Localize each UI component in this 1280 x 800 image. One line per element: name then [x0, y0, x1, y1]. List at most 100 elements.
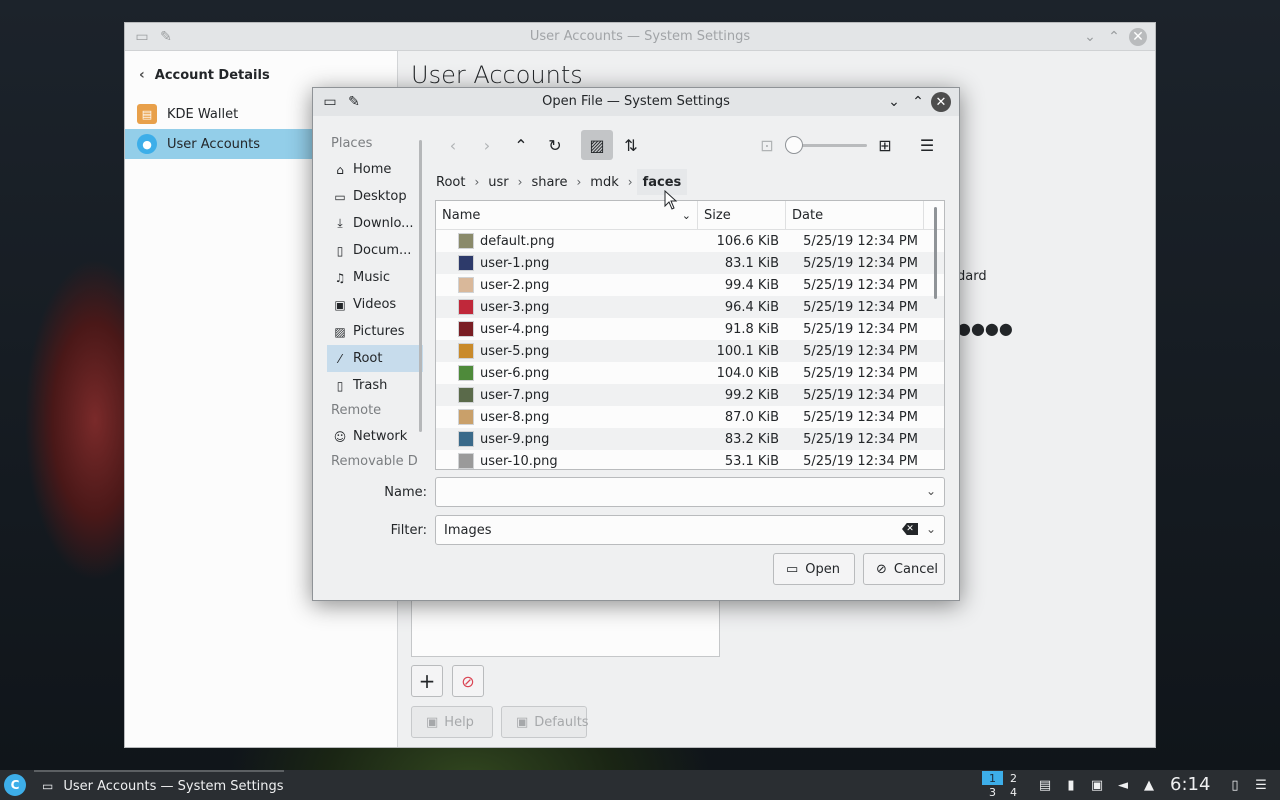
file-name: user-10.png: [480, 453, 558, 469]
file-row[interactable]: user-5.png 100.1 KiB 5/25/19 12:34 PM: [436, 340, 944, 362]
clock[interactable]: 6:14: [1170, 774, 1210, 795]
file-row[interactable]: user-1.png 83.1 KiB 5/25/19 12:34 PM: [436, 252, 944, 274]
crumb-usr[interactable]: usr: [483, 169, 513, 195]
file-date: 5/25/19 12:34 PM: [803, 233, 918, 249]
options-button[interactable]: ☰: [911, 130, 943, 160]
application-launcher-icon[interactable]: C: [4, 774, 26, 796]
task-user-accounts[interactable]: ▭ User Accounts — System Settings: [34, 770, 284, 800]
place-documents[interactable]: ▯ Docum...: [327, 237, 423, 264]
chevron-down-icon[interactable]: ⌄: [926, 522, 936, 536]
minimize-icon[interactable]: ⌄: [1081, 28, 1099, 46]
maximize-icon[interactable]: ⌃: [909, 93, 927, 111]
desktop-1[interactable]: 1: [982, 771, 1003, 785]
file-name-cell: user-5.png: [436, 343, 698, 359]
place-trash[interactable]: ▯ Trash: [327, 372, 423, 399]
cancel-button[interactable]: ⊘ Cancel: [863, 553, 945, 585]
file-name: user-9.png: [480, 431, 550, 447]
desktop-4[interactable]: 4: [1003, 785, 1024, 799]
usb-drive-icon[interactable]: ▮: [1062, 776, 1080, 794]
file-row[interactable]: default.png 106.6 KiB 5/25/19 12:34 PM: [436, 230, 944, 252]
column-size[interactable]: Size: [698, 201, 786, 229]
sidebar-item-label: KDE Wallet: [167, 106, 239, 122]
volume-icon[interactable]: ◄: [1114, 776, 1132, 794]
dialog-titlebar[interactable]: ▭ ✎ Open File — System Settings ⌄ ⌃ ✕: [313, 88, 959, 116]
sort-descending-icon: ⌄: [681, 208, 691, 222]
column-date[interactable]: Date: [786, 201, 924, 229]
place-network[interactable]: ☺ Network: [327, 423, 423, 450]
open-button[interactable]: ▭ Open: [773, 553, 855, 585]
place-pictures[interactable]: ▨ Pictures: [327, 318, 423, 345]
zoom-in-button[interactable]: ⊞: [869, 130, 901, 160]
reload-button[interactable]: ↻: [539, 130, 571, 160]
trash-icon[interactable]: ▯: [1226, 776, 1244, 794]
file-row[interactable]: user-6.png 104.0 KiB 5/25/19 12:34 PM: [436, 362, 944, 384]
close-icon[interactable]: ✕: [1129, 28, 1147, 46]
back-button[interactable]: ‹: [437, 130, 469, 160]
column-name[interactable]: Name ⌄: [436, 201, 698, 229]
file-date: 5/25/19 12:34 PM: [803, 453, 918, 469]
file-date: 5/25/19 12:34 PM: [803, 431, 918, 447]
minimize-icon[interactable]: ⌄: [885, 93, 903, 111]
file-row[interactable]: user-4.png 91.8 KiB 5/25/19 12:34 PM: [436, 318, 944, 340]
filename-combo[interactable]: ⌄: [435, 477, 945, 507]
file-row[interactable]: user-9.png 83.2 KiB 5/25/19 12:34 PM: [436, 428, 944, 450]
file-date: 5/25/19 12:34 PM: [803, 387, 918, 403]
place-root[interactable]: ⁄ Root: [327, 345, 423, 372]
crumb-mdk[interactable]: mdk: [585, 169, 623, 195]
clear-text-icon[interactable]: ✕: [902, 523, 918, 535]
desktop-2[interactable]: 2: [1003, 771, 1024, 785]
column-date-label: Date: [792, 207, 824, 223]
defaults-button[interactable]: ▣ Defaults: [501, 706, 589, 738]
clipboard-icon[interactable]: ▤: [1036, 776, 1054, 794]
tray-expand-icon[interactable]: ▲: [1140, 776, 1158, 794]
file-row[interactable]: user-7.png 99.2 KiB 5/25/19 12:34 PM: [436, 384, 944, 406]
chevron-down-icon[interactable]: ⌄: [926, 484, 936, 498]
file-size: 99.4 KiB: [724, 277, 779, 293]
zoom-slider-handle[interactable]: [785, 136, 803, 154]
file-list-scrollbar[interactable]: [934, 207, 937, 299]
place-label: Network: [353, 429, 408, 444]
system-settings-icon: ▭: [42, 779, 54, 793]
file-date: 5/25/19 12:34 PM: [803, 255, 918, 271]
plus-icon: +: [418, 669, 436, 693]
crumb-root[interactable]: Root: [431, 169, 470, 195]
remove-user-button[interactable]: ⊘: [452, 665, 484, 697]
filter-combo[interactable]: Images ✕ ⌄: [435, 515, 945, 545]
place-music[interactable]: ♫ Music: [327, 264, 423, 291]
root-icon: ⁄: [338, 351, 341, 366]
up-button[interactable]: ⌃: [505, 130, 537, 160]
chevron-left-icon: ‹: [449, 135, 457, 155]
place-desktop[interactable]: ▭ Desktop: [327, 183, 423, 210]
forward-button[interactable]: ›: [471, 130, 503, 160]
file-row[interactable]: user-10.png 53.1 KiB 5/25/19 12:34 PM: [436, 450, 944, 469]
file-name: default.png: [480, 233, 555, 249]
file-row[interactable]: user-2.png 99.4 KiB 5/25/19 12:34 PM: [436, 274, 944, 296]
crumb-faces[interactable]: faces: [636, 169, 688, 195]
places-scrollbar[interactable]: [419, 140, 422, 432]
file-name-cell: user-4.png: [436, 321, 698, 337]
document-icon: ▯: [336, 243, 344, 258]
panel-settings-icon[interactable]: ☰: [1252, 776, 1270, 794]
zoom-out-button[interactable]: ⊡: [751, 130, 783, 160]
virtual-desktop-pager[interactable]: 1 2 3 4: [982, 771, 1024, 799]
close-icon[interactable]: ✕: [931, 92, 951, 112]
file-row[interactable]: user-3.png 96.4 KiB 5/25/19 12:34 PM: [436, 296, 944, 318]
desktop-icon: ▭: [334, 189, 346, 204]
place-home[interactable]: ⌂ Home: [327, 156, 423, 183]
help-button[interactable]: ▣ Help: [411, 706, 493, 738]
network-icon[interactable]: ▣: [1088, 776, 1106, 794]
preview-toggle-button[interactable]: ▨: [581, 130, 613, 160]
video-icon: ▣: [334, 297, 346, 312]
maximize-icon[interactable]: ⌃: [1105, 28, 1123, 46]
add-user-button[interactable]: +: [411, 665, 443, 697]
file-list[interactable]: Name ⌄ Size Date default.png 106.6 KiB 5/2…: [435, 200, 945, 470]
desktop-3[interactable]: 3: [982, 785, 1003, 799]
place-downloads[interactable]: ⤓ Downlo...: [327, 210, 423, 237]
place-videos[interactable]: ▣ Videos: [327, 291, 423, 318]
filter-label: Filter:: [390, 523, 427, 538]
file-name-cell: user-7.png: [436, 387, 698, 403]
crumb-share[interactable]: share: [526, 169, 572, 195]
file-row[interactable]: user-8.png 87.0 KiB 5/25/19 12:34 PM: [436, 406, 944, 428]
sort-button[interactable]: ⇅: [615, 130, 647, 160]
main-titlebar[interactable]: ▭ ✎ User Accounts — System Settings ⌄ ⌃ …: [125, 23, 1155, 51]
